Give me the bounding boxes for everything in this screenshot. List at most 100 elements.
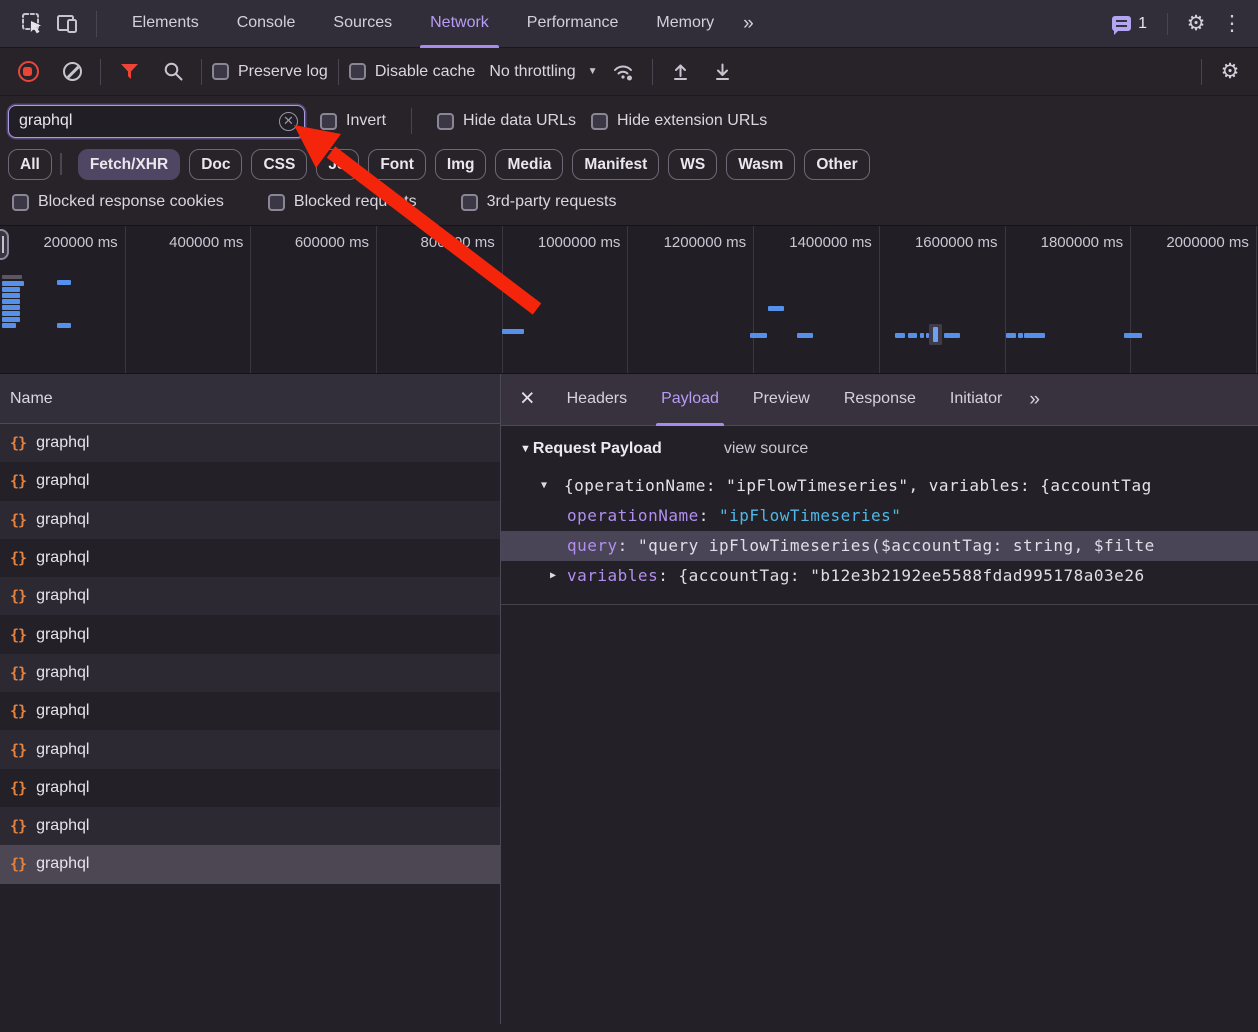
hide-data-urls-checkbox[interactable]	[437, 112, 455, 130]
expand-triangle-icon[interactable]: ▼	[541, 471, 548, 501]
type-filter-chip[interactable]: CSS	[251, 149, 308, 180]
network-settings-gear-icon[interactable]: ⚙	[1212, 54, 1248, 90]
timeline-activity-bar	[768, 306, 784, 311]
timeline-activity-bar	[2, 317, 20, 322]
timeline-activity-bar	[933, 327, 938, 342]
view-source-link[interactable]: view source	[724, 440, 808, 458]
export-har-icon[interactable]	[705, 54, 741, 90]
type-filter-chip[interactable]: JS	[316, 149, 360, 180]
timeline-activity-bar	[2, 299, 20, 304]
payload-property-row[interactable]: query: "query ipFlowTimeseries($accountT…	[501, 531, 1258, 561]
type-filter-chip[interactable]: Doc	[189, 149, 243, 180]
blocked-requests-checkbox[interactable]	[267, 193, 285, 211]
details-tab[interactable]: Headers	[550, 374, 644, 426]
record-network-log-icon[interactable]	[10, 54, 46, 90]
blocked-cookies-checkbox[interactable]	[12, 193, 29, 211]
timeline-activity-bar	[1124, 333, 1142, 338]
request-row[interactable]: {} graphql	[0, 615, 500, 654]
panel-tab[interactable]: Sources	[314, 0, 411, 48]
property-value: "query ipFlowTimeseries($accountTag: str…	[637, 536, 1155, 555]
type-filter-chip[interactable]: Font	[368, 149, 426, 180]
fetch-xhr-icon: {}	[10, 434, 27, 453]
import-har-icon[interactable]	[663, 54, 699, 90]
kebab-menu-icon[interactable]: ⋮	[1214, 6, 1250, 42]
preserve-log-checkbox[interactable]	[212, 63, 229, 80]
throttling-select[interactable]: No throttling ▼	[489, 63, 597, 81]
filter-row: ✕ Invert Hide data URLs Hide extension U…	[0, 96, 1258, 146]
settings-gear-icon[interactable]: ⚙	[1178, 6, 1214, 42]
expand-triangle-icon[interactable]: ▶	[550, 561, 557, 591]
more-panels-icon[interactable]: »	[733, 13, 762, 35]
network-overview-timeline[interactable]: 200000 ms 400000 ms 600000 ms 800000 ms 1000…	[0, 226, 1258, 374]
timeline-tick-label: 800000 ms	[377, 226, 503, 373]
request-row[interactable]: {} graphql	[0, 692, 500, 731]
request-name: graphql	[36, 702, 90, 720]
request-row[interactable]: {} graphql	[0, 424, 500, 463]
request-row[interactable]: {} graphql	[0, 577, 500, 616]
panel-tab[interactable]: Performance	[508, 0, 638, 48]
name-column-header[interactable]: Name	[0, 374, 500, 424]
hide-extension-urls-checkbox[interactable]	[590, 112, 608, 130]
request-row[interactable]: {} graphql	[0, 500, 500, 539]
search-icon[interactable]	[155, 54, 191, 90]
section-collapse-icon[interactable]: ▼	[520, 443, 531, 455]
issues-button[interactable]: 1	[1102, 15, 1157, 35]
clear-filter-icon[interactable]: ✕	[279, 111, 298, 131]
third-party-checkbox[interactable]	[460, 193, 478, 211]
fetch-xhr-icon: {}	[10, 663, 27, 682]
clear-network-log-icon[interactable]	[54, 54, 90, 90]
network-toolbar: Preserve log Disable cache No throttling…	[0, 48, 1258, 96]
type-filter-chip[interactable]: Wasm	[726, 149, 796, 180]
type-filter-chip[interactable]: Img	[434, 149, 487, 180]
timeline-activity-bar	[2, 287, 20, 292]
device-toolbar-icon[interactable]	[50, 6, 86, 42]
type-filter-chip[interactable]: All	[8, 149, 62, 180]
type-filter-chip[interactable]: Media	[495, 149, 564, 180]
request-row[interactable]: {} graphql	[0, 730, 500, 769]
panel-tab[interactable]: Console	[218, 0, 315, 48]
divider	[651, 58, 653, 85]
request-row[interactable]: {} graphql	[0, 768, 500, 807]
request-row[interactable]: {} graphql	[0, 845, 500, 884]
invert-checkbox[interactable]	[320, 112, 337, 130]
details-tab[interactable]: Initiator	[933, 374, 1019, 426]
network-conditions-icon[interactable]	[606, 54, 642, 90]
request-name: graphql	[36, 510, 90, 528]
timeline-activity-bar	[895, 333, 905, 338]
type-filter-chip[interactable]: Fetch/XHR	[77, 149, 181, 180]
filter-funnel-icon[interactable]	[111, 54, 147, 90]
payload-property-row[interactable]: ▶ variables: {accountTag: "b12e3b2192ee55…	[501, 561, 1258, 591]
payload-property-row[interactable]: operationName: "ipFlowTimeseries"	[501, 501, 1258, 531]
chevron-down-icon: ▼	[587, 66, 598, 77]
inspect-element-icon[interactable]	[14, 6, 50, 42]
timeline-drag-handle[interactable]	[0, 229, 9, 260]
type-filter-chip[interactable]: WS	[668, 149, 718, 180]
request-row[interactable]: {} graphql	[0, 538, 500, 578]
details-tab[interactable]: Payload	[644, 374, 736, 426]
type-filter-chip[interactable]: Other	[804, 149, 870, 180]
blocked-cookies-label: Blocked response cookies	[38, 193, 224, 210]
request-row[interactable]: {} graphql	[0, 462, 500, 501]
request-row[interactable]: {} graphql	[0, 806, 500, 846]
request-row[interactable]: {} graphql	[0, 653, 500, 693]
details-tab[interactable]: Response	[827, 374, 933, 426]
request-name: graphql	[36, 740, 90, 758]
details-tab[interactable]: Preview	[736, 374, 827, 426]
type-filter-chip[interactable]: Manifest	[572, 149, 660, 180]
divider	[201, 58, 202, 85]
disable-cache-checkbox[interactable]	[348, 63, 366, 80]
timeline-activity-bar	[1018, 333, 1023, 338]
timeline-tick-label: 1600000 ms	[880, 226, 1006, 373]
payload-section-title: Request Payload	[532, 440, 662, 457]
third-party-label: 3rd-party requests	[486, 193, 617, 210]
more-details-tabs-icon[interactable]: »	[1019, 389, 1048, 411]
fetch-xhr-icon: {}	[10, 625, 27, 644]
panel-tab[interactable]: Memory	[637, 0, 733, 48]
request-name: graphql	[36, 778, 90, 796]
close-details-icon[interactable]: ×	[505, 384, 550, 416]
payload-root-row[interactable]: ▼ {operationName: "ipFlowTimeseries", va…	[501, 471, 1258, 501]
filter-input[interactable]	[8, 104, 305, 138]
panel-tab[interactable]: Elements	[113, 0, 218, 48]
panel-tab[interactable]: Network	[411, 0, 508, 48]
timeline-activity-bar	[502, 329, 524, 334]
